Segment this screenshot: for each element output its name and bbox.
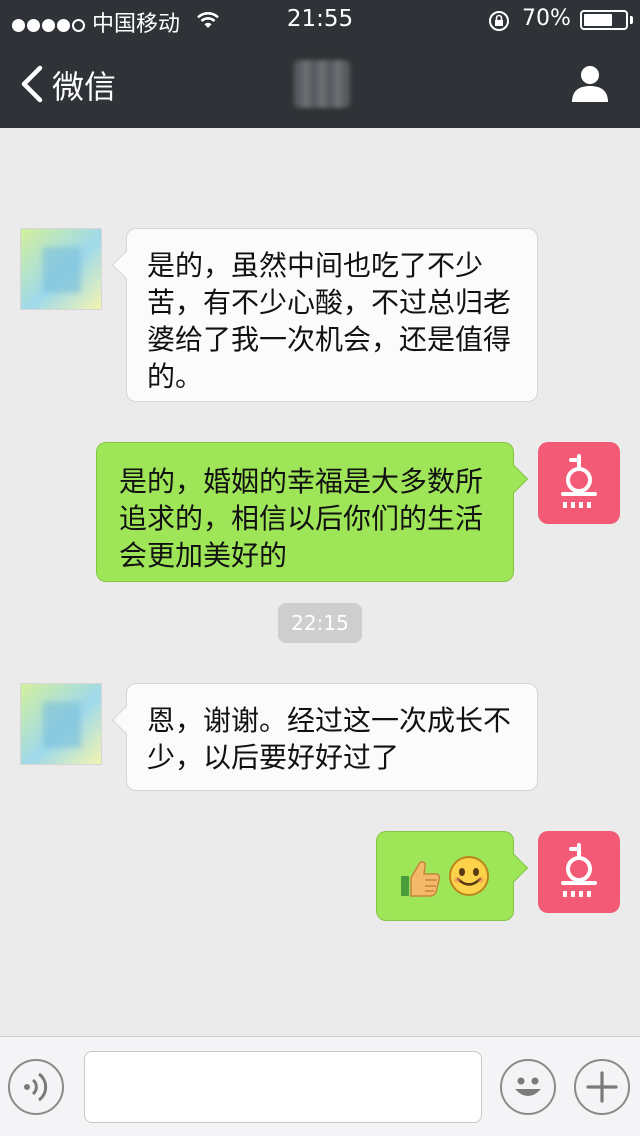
contact-avatar[interactable] bbox=[20, 228, 102, 310]
voice-button[interactable] bbox=[8, 1059, 64, 1115]
contact-info-icon[interactable] bbox=[568, 64, 612, 104]
emoji-button[interactable] bbox=[500, 1059, 556, 1115]
back-button[interactable]: 微信 bbox=[52, 62, 116, 108]
plus-icon bbox=[586, 1071, 618, 1103]
message-input[interactable] bbox=[84, 1051, 482, 1123]
message-bubble-outgoing[interactable]: 是的，婚姻的幸福是大多数所追求的，相信以后你们的生活会更加美好的 bbox=[96, 442, 529, 582]
bubble-tail bbox=[499, 853, 529, 883]
shower-icon bbox=[561, 843, 597, 897]
message-bubble-outgoing[interactable] bbox=[376, 831, 529, 921]
self-avatar[interactable] bbox=[538, 442, 620, 524]
battery-cap bbox=[630, 16, 633, 24]
battery-level bbox=[584, 14, 612, 26]
shower-icon bbox=[561, 454, 597, 508]
emoji-icon bbox=[515, 1077, 541, 1096]
message-text: 恩，谢谢。经过这一次成长不少，以后要好好过了 bbox=[147, 704, 512, 774]
message-bubble-incoming[interactable]: 是的，虽然中间也吃了不少苦，有不少心酸，不过总归老婆给了我一次机会，还是值得的。 bbox=[111, 228, 538, 402]
chat-title-obscured bbox=[294, 60, 350, 108]
rotation-lock-icon bbox=[489, 11, 509, 31]
top-bar: 中国移动 21:55 70% 微信 bbox=[0, 0, 640, 128]
battery-icon bbox=[580, 10, 628, 30]
more-button[interactable] bbox=[574, 1059, 630, 1115]
voice-icon bbox=[24, 1072, 48, 1102]
nav-bar: 微信 bbox=[0, 40, 640, 128]
smile-emoji-icon bbox=[449, 856, 489, 896]
input-bar bbox=[0, 1036, 640, 1136]
contact-avatar[interactable] bbox=[20, 683, 102, 765]
battery-percent: 70% bbox=[522, 6, 571, 31]
message-text: 是的，虽然中间也吃了不少苦，有不少心酸，不过总归老婆给了我一次机会，还是值得的。 bbox=[147, 249, 512, 393]
thumbs-up-icon bbox=[401, 861, 441, 897]
message-timestamp: 22:15 bbox=[278, 603, 362, 643]
back-chevron-icon[interactable] bbox=[18, 64, 44, 104]
self-avatar[interactable] bbox=[538, 831, 620, 913]
message-text: 是的，婚姻的幸福是大多数所追求的，相信以后你们的生活会更加美好的 bbox=[119, 465, 484, 572]
message-bubble-incoming[interactable]: 恩，谢谢。经过这一次成长不少，以后要好好过了 bbox=[111, 683, 538, 791]
status-bar: 中国移动 21:55 70% bbox=[0, 0, 640, 40]
